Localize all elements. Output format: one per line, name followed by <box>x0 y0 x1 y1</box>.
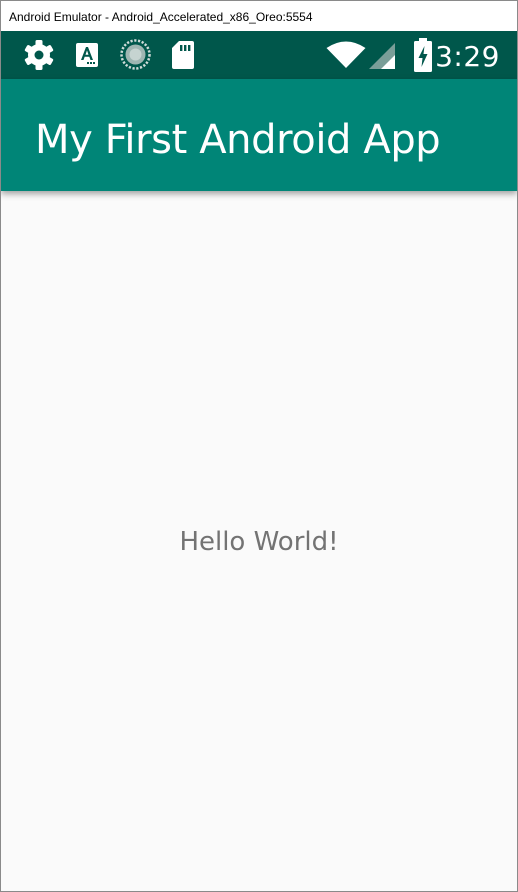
app-title: My First Android App <box>35 117 441 163</box>
android-screen: 3:29 My First Android App Hello World! <box>0 31 518 892</box>
settings-gear-icon <box>24 40 54 70</box>
cell-signal-icon <box>369 43 395 69</box>
sd-card-icon <box>172 41 194 69</box>
sync-progress-icon <box>120 39 151 70</box>
font-a-icon <box>76 43 98 67</box>
emulator-window-title: Android Emulator - Android_Accelerated_x… <box>0 0 518 31</box>
wifi-icon <box>326 41 366 68</box>
app-toolbar: My First Android App <box>1 79 517 191</box>
status-bar: 3:29 <box>1 31 517 79</box>
battery-charging-icon <box>414 38 432 72</box>
hello-world-text: Hello World! <box>179 527 339 557</box>
main-content: Hello World! <box>1 191 517 891</box>
status-clock: 3:29 <box>435 40 500 73</box>
